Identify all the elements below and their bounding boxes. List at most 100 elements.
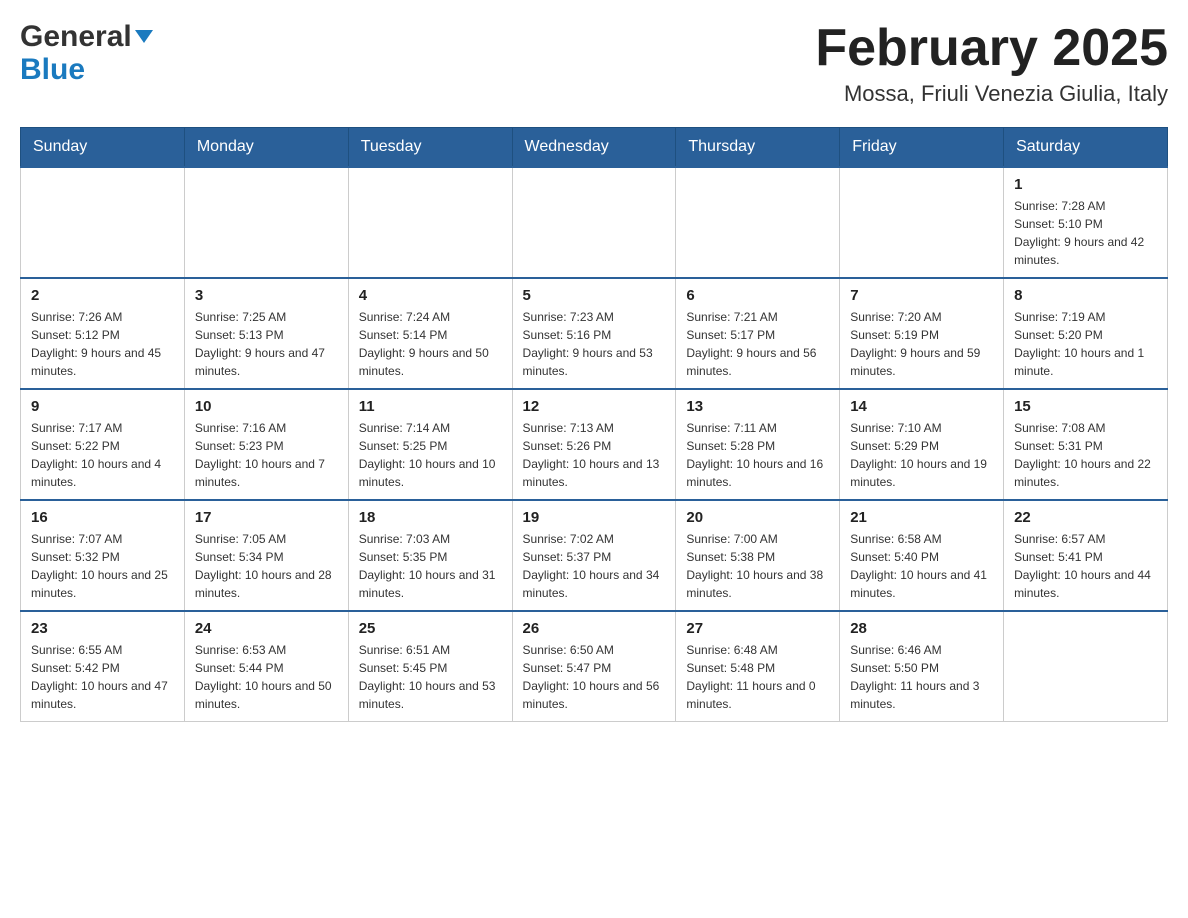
logo: General Blue: [20, 20, 153, 86]
calendar-cell: 26 Sunrise: 6:50 AMSunset: 5:47 PMDayligh…: [512, 611, 676, 722]
calendar-cell: 3 Sunrise: 7:25 AMSunset: 5:13 PMDaylight…: [184, 278, 348, 389]
day-info: Sunrise: 7:17 AMSunset: 5:22 PMDaylight:…: [31, 419, 174, 491]
calendar-cell: 24 Sunrise: 6:53 AMSunset: 5:44 PMDayligh…: [184, 611, 348, 722]
weekday-header-monday: Monday: [184, 128, 348, 168]
calendar-week-row: 2 Sunrise: 7:26 AMSunset: 5:12 PMDaylight…: [21, 278, 1168, 389]
calendar-table: SundayMondayTuesdayWednesdayThursdayFrid…: [20, 127, 1168, 722]
calendar-cell: 11 Sunrise: 7:14 AMSunset: 5:25 PMDayligh…: [348, 389, 512, 500]
calendar-cell: 27 Sunrise: 6:48 AMSunset: 5:48 PMDayligh…: [676, 611, 840, 722]
calendar-cell: 23Sunrise: 6:55 AMSunset: 5:42 PMDayligh…: [21, 611, 185, 722]
day-info: Sunrise: 7:02 AMSunset: 5:37 PMDaylight:…: [523, 530, 666, 602]
day-info: Sunrise: 7:16 AMSunset: 5:23 PMDaylight:…: [195, 419, 338, 491]
location-title: Mossa, Friuli Venezia Giulia, Italy: [815, 81, 1168, 107]
day-number: 9: [31, 398, 174, 415]
calendar-cell: 18 Sunrise: 7:03 AMSunset: 5:35 PMDayligh…: [348, 500, 512, 611]
day-info: Sunrise: 7:10 AMSunset: 5:29 PMDaylight:…: [850, 419, 993, 491]
calendar-cell: 2 Sunrise: 7:26 AMSunset: 5:12 PMDaylight…: [21, 278, 185, 389]
day-number: 12: [523, 398, 666, 415]
calendar-cell: [184, 167, 348, 278]
day-info: Sunrise: 6:51 AMSunset: 5:45 PMDaylight:…: [359, 641, 502, 713]
calendar-week-row: 23Sunrise: 6:55 AMSunset: 5:42 PMDayligh…: [21, 611, 1168, 722]
calendar-cell: 21 Sunrise: 6:58 AMSunset: 5:40 PMDayligh…: [840, 500, 1004, 611]
calendar-cell: [348, 167, 512, 278]
day-info: Sunrise: 7:13 AMSunset: 5:26 PMDaylight:…: [523, 419, 666, 491]
day-number: 14: [850, 398, 993, 415]
day-number: 6: [686, 287, 829, 304]
day-number: 27: [686, 620, 829, 637]
logo-blue: Blue: [20, 53, 85, 86]
day-number: 25: [359, 620, 502, 637]
weekday-header-tuesday: Tuesday: [348, 128, 512, 168]
day-info: Sunrise: 7:00 AMSunset: 5:38 PMDaylight:…: [686, 530, 829, 602]
calendar-cell: 19 Sunrise: 7:02 AMSunset: 5:37 PMDayligh…: [512, 500, 676, 611]
day-info: Sunrise: 6:58 AMSunset: 5:40 PMDaylight:…: [850, 530, 993, 602]
calendar-cell: 16 Sunrise: 7:07 AMSunset: 5:32 PMDayligh…: [21, 500, 185, 611]
day-info: Sunrise: 6:48 AMSunset: 5:48 PMDaylight:…: [686, 641, 829, 713]
day-info: Sunrise: 7:19 AMSunset: 5:20 PMDaylight:…: [1014, 308, 1157, 380]
day-number: 24: [195, 620, 338, 637]
calendar-cell: 12 Sunrise: 7:13 AMSunset: 5:26 PMDayligh…: [512, 389, 676, 500]
day-number: 15: [1014, 398, 1157, 415]
calendar-cell: 10Sunrise: 7:16 AMSunset: 5:23 PMDayligh…: [184, 389, 348, 500]
day-info: Sunrise: 7:23 AMSunset: 5:16 PMDaylight:…: [523, 308, 666, 380]
weekday-header-row: SundayMondayTuesdayWednesdayThursdayFrid…: [21, 128, 1168, 168]
day-info: Sunrise: 7:21 AMSunset: 5:17 PMDaylight:…: [686, 308, 829, 380]
day-info: Sunrise: 6:55 AMSunset: 5:42 PMDaylight:…: [31, 641, 174, 713]
day-info: Sunrise: 6:46 AMSunset: 5:50 PMDaylight:…: [850, 641, 993, 713]
day-info: Sunrise: 7:28 AMSunset: 5:10 PMDaylight:…: [1014, 197, 1157, 269]
calendar-cell: 7Sunrise: 7:20 AMSunset: 5:19 PMDaylight…: [840, 278, 1004, 389]
day-number: 7: [850, 287, 993, 304]
weekday-header-saturday: Saturday: [1004, 128, 1168, 168]
day-number: 26: [523, 620, 666, 637]
day-number: 28: [850, 620, 993, 637]
day-info: Sunrise: 7:25 AMSunset: 5:13 PMDaylight:…: [195, 308, 338, 380]
day-number: 2: [31, 287, 174, 304]
calendar-cell: 28 Sunrise: 6:46 AMSunset: 5:50 PMDayligh…: [840, 611, 1004, 722]
day-number: 19: [523, 509, 666, 526]
day-number: 3: [195, 287, 338, 304]
day-number: 5: [523, 287, 666, 304]
day-number: 18: [359, 509, 502, 526]
calendar-cell: 17Sunrise: 7:05 AMSunset: 5:34 PMDayligh…: [184, 500, 348, 611]
day-info: Sunrise: 7:24 AMSunset: 5:14 PMDaylight:…: [359, 308, 502, 380]
weekday-header-friday: Friday: [840, 128, 1004, 168]
day-number: 16: [31, 509, 174, 526]
calendar-cell: 14 Sunrise: 7:10 AMSunset: 5:29 PMDayligh…: [840, 389, 1004, 500]
weekday-header-sunday: Sunday: [21, 128, 185, 168]
day-number: 20: [686, 509, 829, 526]
calendar-cell: 8Sunrise: 7:19 AMSunset: 5:20 PMDaylight…: [1004, 278, 1168, 389]
calendar-cell: 15 Sunrise: 7:08 AMSunset: 5:31 PMDayligh…: [1004, 389, 1168, 500]
day-info: Sunrise: 6:50 AMSunset: 5:47 PMDaylight:…: [523, 641, 666, 713]
calendar-cell: 9 Sunrise: 7:17 AMSunset: 5:22 PMDaylight…: [21, 389, 185, 500]
calendar-cell: [21, 167, 185, 278]
weekday-header-thursday: Thursday: [676, 128, 840, 168]
day-info: Sunrise: 7:11 AMSunset: 5:28 PMDaylight:…: [686, 419, 829, 491]
day-number: 11: [359, 398, 502, 415]
day-info: Sunrise: 7:26 AMSunset: 5:12 PMDaylight:…: [31, 308, 174, 380]
day-info: Sunrise: 7:08 AMSunset: 5:31 PMDaylight:…: [1014, 419, 1157, 491]
calendar-cell: 25 Sunrise: 6:51 AMSunset: 5:45 PMDayligh…: [348, 611, 512, 722]
month-title: February 2025: [815, 20, 1168, 77]
calendar-cell: [840, 167, 1004, 278]
calendar-cell: 13 Sunrise: 7:11 AMSunset: 5:28 PMDayligh…: [676, 389, 840, 500]
day-info: Sunrise: 6:53 AMSunset: 5:44 PMDaylight:…: [195, 641, 338, 713]
day-number: 22: [1014, 509, 1157, 526]
calendar-cell: [512, 167, 676, 278]
logo-general: General: [20, 20, 153, 53]
day-number: 13: [686, 398, 829, 415]
weekday-header-wednesday: Wednesday: [512, 128, 676, 168]
day-number: 21: [850, 509, 993, 526]
calendar-week-row: 1Sunrise: 7:28 AMSunset: 5:10 PMDaylight…: [21, 167, 1168, 278]
calendar-cell: 20 Sunrise: 7:00 AMSunset: 5:38 PMDayligh…: [676, 500, 840, 611]
day-info: Sunrise: 7:03 AMSunset: 5:35 PMDaylight:…: [359, 530, 502, 602]
calendar-cell: [1004, 611, 1168, 722]
day-number: 4: [359, 287, 502, 304]
calendar-week-row: 9 Sunrise: 7:17 AMSunset: 5:22 PMDaylight…: [21, 389, 1168, 500]
day-info: Sunrise: 7:07 AMSunset: 5:32 PMDaylight:…: [31, 530, 174, 602]
day-info: Sunrise: 7:05 AMSunset: 5:34 PMDaylight:…: [195, 530, 338, 602]
day-info: Sunrise: 7:14 AMSunset: 5:25 PMDaylight:…: [359, 419, 502, 491]
calendar-cell: 4 Sunrise: 7:24 AMSunset: 5:14 PMDaylight…: [348, 278, 512, 389]
day-info: Sunrise: 6:57 AMSunset: 5:41 PMDaylight:…: [1014, 530, 1157, 602]
calendar-cell: [676, 167, 840, 278]
calendar-week-row: 16 Sunrise: 7:07 AMSunset: 5:32 PMDayligh…: [21, 500, 1168, 611]
